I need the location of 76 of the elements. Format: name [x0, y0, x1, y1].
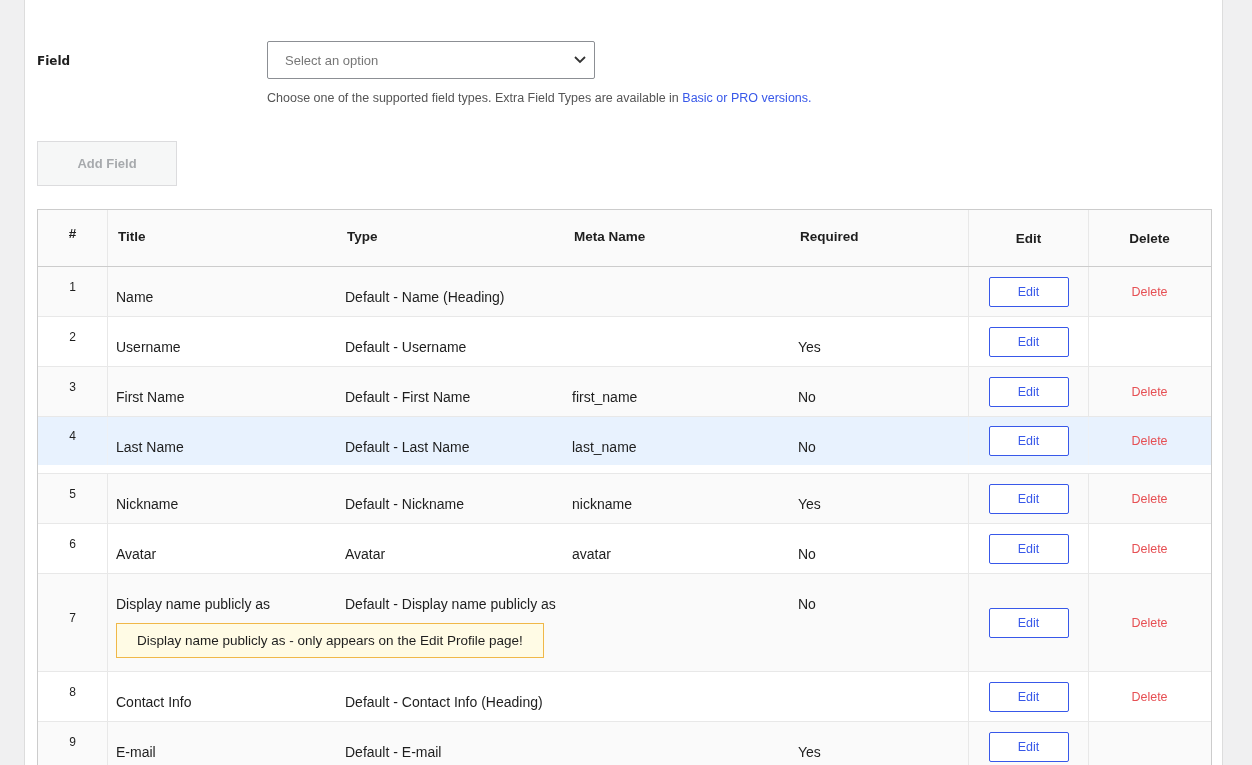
field-title: Username [116, 339, 182, 355]
table-row[interactable]: 8 Contact Info Default - Contact Info (Heading) Edit Delete [38, 672, 1211, 722]
info-note: Display name publicly as - only appears on the Edit Profile page! [116, 623, 544, 658]
edit-button[interactable]: Edit [988, 376, 1069, 407]
delete-link[interactable]: Delete [1131, 689, 1168, 704]
delete-link[interactable]: Delete [1131, 615, 1168, 630]
row-number: 4 [69, 429, 76, 443]
delete-link[interactable]: Delete [1131, 434, 1168, 448]
meta-name: first_name [572, 389, 639, 405]
table-row[interactable]: 9 E-mail Default - E-mail Yes Edit [38, 722, 1211, 765]
table-row[interactable]: 2 Username Default - Username Yes Edit [38, 317, 1211, 367]
edit-button[interactable]: Edit [988, 607, 1069, 638]
field-type: Default - Contact Info (Heading) [345, 694, 544, 710]
chevron-down-icon [574, 56, 586, 64]
table-row[interactable]: 7 Display name publicly as Default - Display name publicly as No Display name publicly as - only appears on the Edit Profile page! Edit Delete [38, 574, 1211, 672]
delete-link[interactable]: Delete [1131, 491, 1168, 506]
field-type-select[interactable]: Select an option [267, 41, 595, 79]
field-title: Name [116, 289, 155, 305]
required-value: No [798, 389, 817, 405]
meta-name: nickname [572, 496, 633, 512]
meta-name: avatar [572, 546, 612, 562]
required-value: Yes [798, 744, 822, 760]
field-type: Default - Last Name [345, 439, 471, 455]
column-header: Type [347, 228, 378, 244]
field-title: Contact Info [116, 694, 193, 710]
field-type: Default - Username [345, 339, 468, 355]
column-header: Delete [1129, 230, 1170, 246]
edit-button[interactable]: Edit [988, 326, 1069, 357]
field-type: Default - Nickname [345, 496, 466, 512]
required-value: No [798, 546, 817, 562]
edit-button[interactable]: Edit [988, 681, 1069, 712]
required-value: No [798, 439, 817, 455]
edit-button[interactable]: Edit [988, 533, 1069, 564]
field-title: Avatar [116, 546, 158, 562]
field-type: Default - Name (Heading) [345, 289, 506, 305]
column-header: # [68, 225, 77, 241]
row-number: 5 [69, 486, 76, 501]
table-row[interactable]: 1 Name Default - Name (Heading) Edit Delete [38, 267, 1211, 317]
delete-link[interactable]: Delete [1131, 284, 1168, 299]
edit-button[interactable]: Edit [988, 276, 1069, 307]
delete-link[interactable]: Delete [1131, 384, 1168, 399]
row-number: 8 [69, 684, 76, 699]
row-number: 6 [69, 536, 76, 551]
column-header: Title [118, 228, 146, 244]
edit-button[interactable]: Edit [988, 426, 1069, 456]
delete-link[interactable]: Delete [1131, 541, 1168, 556]
required-value: Yes [798, 496, 822, 512]
table-row[interactable]: 3 First Name Default - First Name first_name No Edit Delete [38, 367, 1211, 417]
field-type: Default - First Name [345, 389, 472, 405]
row-number: 1 [69, 279, 76, 294]
dragged-row[interactable]: 4 Last Name Default - Last Name last_name No Edit Delete [38, 417, 1211, 465]
row-number: 2 [69, 329, 76, 344]
field-title: Display name publicly as [116, 596, 272, 612]
field-type: Default - E-mail [345, 744, 443, 760]
field-title: Last Name [116, 439, 185, 455]
help-text: Choose one of the supported field types. Extra Field Types are available in Basic or PRO versions. [267, 91, 812, 105]
field-label: Field [37, 53, 72, 70]
required-value: No [798, 596, 817, 612]
required-value: Yes [798, 339, 822, 355]
column-header: Required [800, 228, 859, 244]
table-row[interactable]: 6 Avatar Avatar avatar No Edit Delete [38, 524, 1211, 574]
field-title: E-mail [116, 744, 157, 760]
field-title: First Name [116, 389, 186, 405]
meta-name: last_name [572, 439, 638, 455]
row-number: 7 [69, 610, 76, 625]
field-type: Default - Display name publicly as [345, 596, 556, 612]
column-header: Meta Name [574, 228, 646, 244]
row-number: 9 [69, 734, 76, 749]
column-header: Edit [1015, 230, 1042, 246]
table-row[interactable]: 5 Nickname Default - Nickname nickname Yes Edit Delete [38, 474, 1211, 524]
row-number: 3 [69, 379, 76, 394]
versions-link[interactable]: Basic or PRO versions. [682, 91, 812, 105]
edit-button[interactable]: Edit [988, 483, 1069, 514]
field-title: Nickname [116, 496, 180, 512]
field-type: Avatar [345, 546, 387, 562]
edit-button[interactable]: Edit [988, 731, 1069, 762]
